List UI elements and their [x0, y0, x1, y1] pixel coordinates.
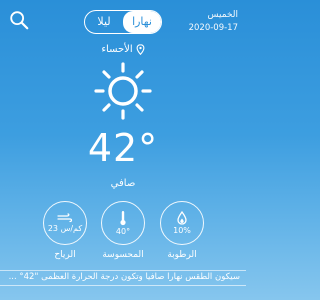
- wind-label: الرياح: [54, 250, 76, 260]
- felt-temperature-value: 40°: [115, 227, 131, 236]
- day-name: الخميس: [207, 10, 238, 20]
- wind-icon: [57, 213, 73, 223]
- current-temperature: 42°: [87, 126, 159, 170]
- weather-condition: صافي: [110, 178, 136, 189]
- humidity-drop-icon: [177, 211, 187, 225]
- night-toggle-option[interactable]: ليلا: [85, 11, 123, 33]
- location-pin-icon: [136, 44, 145, 55]
- humidity-stat: 10%: [160, 201, 204, 245]
- location[interactable]: الأحساء: [0, 44, 246, 55]
- humidity-label: الرطوبة: [167, 250, 197, 260]
- weather-summary-text[interactable]: سيكون الطقس نهاراً صافياً وتكون درجة الح…: [6, 272, 240, 282]
- search-icon[interactable]: [8, 9, 30, 31]
- thermometer-icon: [120, 211, 126, 226]
- wind-value: 23 كم/س: [47, 224, 83, 233]
- date: 2020-09-17: [188, 23, 238, 33]
- felt-temperature-stat: 40°: [101, 201, 145, 245]
- day-toggle-option[interactable]: نهارا: [123, 11, 161, 33]
- humidity-value: 10%: [173, 226, 191, 235]
- day-night-toggle[interactable]: ليلا نهارا: [84, 10, 162, 34]
- wind-stat: 23 كم/س: [43, 201, 87, 245]
- location-name: الأحساء: [101, 44, 133, 55]
- felt-temperature-label: المحسوسة: [102, 250, 144, 260]
- sun-icon: [94, 62, 152, 120]
